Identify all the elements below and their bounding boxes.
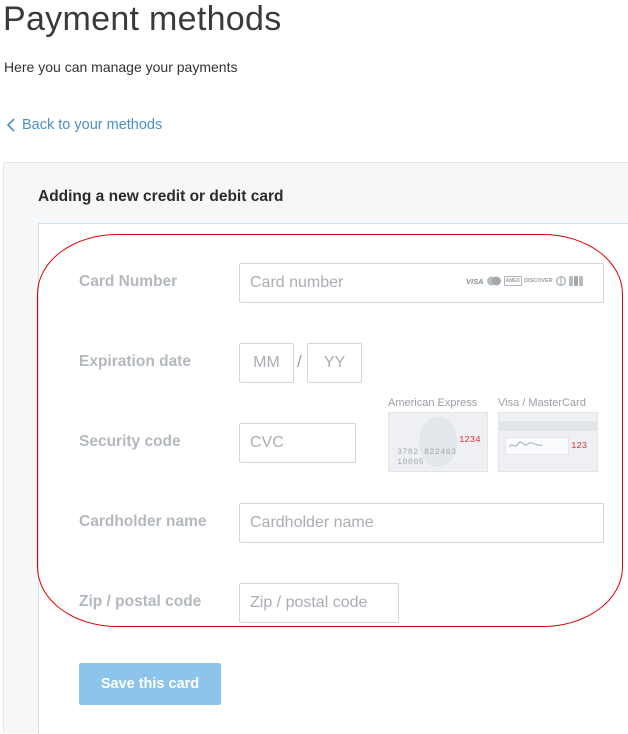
expiration-year-input[interactable] [307,343,362,383]
signature-panel [505,437,569,455]
security-code-label: Security code [79,433,181,450]
chevron-left-icon [6,118,15,132]
cardholder-input[interactable] [239,503,604,543]
signature-scribble-icon [508,441,543,448]
visa-logo-icon: VISA [466,276,484,286]
back-to-methods-link[interactable]: Back to your methods [6,117,162,133]
amex-cvc-sample: 1234 [459,435,481,445]
zip-input[interactable] [239,583,399,623]
zip-label: Zip / postal code [79,593,202,610]
magnetic-strip [499,421,597,431]
cardholder-label: Cardholder name [79,513,207,530]
amex-logo-icon: AMEX [503,276,522,286]
save-card-button[interactable]: Save this card [79,663,221,705]
amex-caption: American Express [388,397,478,409]
visa-cvc-illustration: 123 [498,412,598,472]
visa-caption: Visa / MasterCard [498,397,586,409]
jcb-logo-icon [568,276,583,286]
expiration-month-input[interactable] [239,343,294,383]
page-title: Payment methods [3,0,282,38]
amex-number-sample: 3782 822463 10005 [397,447,457,467]
date-separator: / [297,352,302,371]
page-subtitle: Here you can manage your payments [4,59,238,75]
diners-logo-icon [555,276,566,286]
card-number-label: Card Number [79,273,178,290]
mastercard-logo-icon [486,276,501,286]
back-link-label: Back to your methods [22,117,163,133]
cvc-input[interactable] [239,423,356,463]
form-heading: Adding a new credit or debit card [38,188,284,205]
card-brand-logos: VISA AMEX DISCOVER [466,276,583,286]
amex-cvc-illustration: 1234 3782 822463 10005 [388,412,488,472]
discover-logo-icon: DISCOVER [523,277,553,284]
visa-cvc-sample: 123 [571,441,588,451]
expiration-label: Expiration date [79,353,191,370]
